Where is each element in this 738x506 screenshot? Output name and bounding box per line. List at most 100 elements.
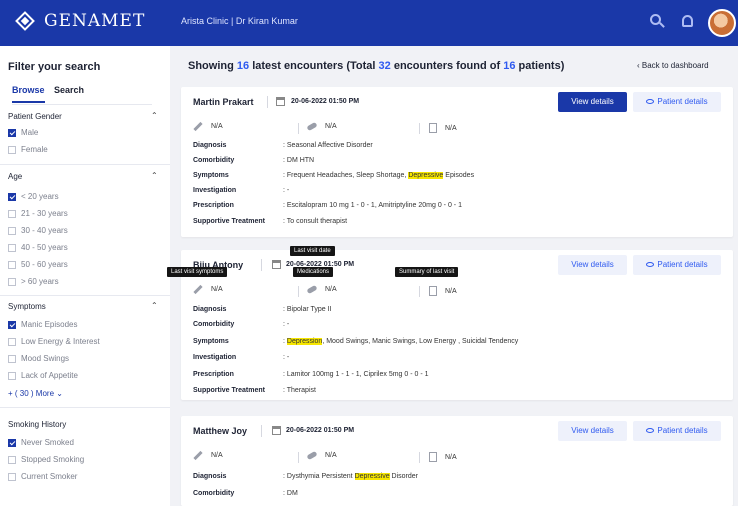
divider [261, 425, 262, 437]
document-icon [429, 452, 437, 462]
option-age-under-20[interactable]: < 20 years [8, 192, 59, 201]
section-title-age: Age [8, 172, 23, 181]
patient-details-button[interactable]: Patient details [633, 92, 721, 112]
clinic-doctor-label: Arista Clinic | Dr Kiran Kumar [181, 16, 298, 26]
option-age-40-50[interactable]: 40 - 50 years [8, 243, 68, 252]
search-icon[interactable] [647, 12, 667, 32]
chevron-up-icon[interactable]: ⌃ [151, 301, 158, 310]
option-stopped-smoking[interactable]: Stopped Smoking [8, 455, 84, 464]
divider [298, 286, 299, 297]
section-title-symptoms: Symptoms [8, 302, 46, 311]
option-age-over-60[interactable]: > 60 years [8, 277, 59, 286]
checkbox-icon[interactable] [8, 260, 16, 269]
option-current-smoker[interactable]: Current Smoker [8, 472, 77, 481]
checkbox-icon[interactable] [8, 472, 16, 481]
checkbox-icon[interactable] [8, 371, 16, 380]
divider [0, 407, 170, 408]
divider [298, 123, 299, 134]
pencil-icon [193, 284, 203, 295]
chevron-up-icon[interactable]: ⌃ [151, 171, 158, 180]
encounter-card: Matthew Joy 20-06-2022 01:50 PM View det… [181, 416, 733, 506]
checkbox-icon[interactable] [8, 243, 16, 252]
divider [267, 96, 268, 108]
last-visit-symptoms[interactable]: N/A [193, 284, 223, 295]
brand-logo[interactable]: GENAMET [14, 10, 145, 32]
summary-of-last-visit[interactable]: N/A [429, 286, 457, 296]
pencil-icon [193, 450, 203, 461]
summary-of-last-visit[interactable]: N/A [429, 123, 457, 133]
tooltip-summary-of-last-visit: Summary of last visit [395, 267, 459, 277]
checkbox-icon[interactable] [8, 145, 16, 154]
option-mood-swings[interactable]: Mood Swings [8, 354, 69, 363]
medications[interactable]: N/A [306, 121, 337, 132]
results-heading: Showing 16 latest encounters (Total 32 e… [188, 60, 565, 72]
checkbox-icon[interactable] [8, 455, 16, 464]
checkbox-icon[interactable] [8, 354, 16, 363]
filter-title: Filter your search [8, 61, 101, 73]
eye-icon [646, 428, 655, 434]
pill-icon [306, 121, 318, 132]
medications[interactable]: N/A [306, 450, 337, 461]
checkbox-checked-icon[interactable] [8, 192, 16, 201]
view-details-button[interactable]: View details [558, 92, 627, 112]
highlighted-term: Depressive [408, 172, 444, 179]
option-age-50-60[interactable]: 50 - 60 years [8, 260, 68, 269]
checkbox-icon[interactable] [8, 209, 16, 218]
tooltip-last-visit-symptoms: Last visit symptoms [167, 267, 228, 277]
pill-icon [306, 450, 318, 461]
tooltip-last-visit-date: Last visit date [290, 246, 335, 256]
patient-details-button[interactable]: Patient details [633, 255, 721, 275]
option-low-energy[interactable]: Low Energy & Interest [8, 337, 100, 346]
encounter-date: 20-06-2022 01:50 PM [286, 427, 355, 434]
tab-search[interactable]: Search [54, 85, 84, 101]
patient-details-button[interactable]: Patient details [633, 421, 721, 441]
top-bar: GENAMET Arista Clinic | Dr Kiran Kumar [0, 0, 738, 46]
option-age-21-30[interactable]: 21 - 30 years [8, 209, 68, 218]
latest-count: 16 [236, 60, 250, 72]
filter-tabs: Browse Search [12, 85, 152, 105]
checkbox-checked-icon[interactable] [8, 320, 16, 329]
total-count: 32 [378, 60, 391, 72]
back-to-dashboard-link[interactable]: ‹ Back to dashboard [637, 61, 709, 70]
section-title-smoking: Smoking History [8, 420, 67, 429]
checkbox-checked-icon[interactable] [8, 438, 16, 447]
genamet-logo-icon [14, 10, 36, 32]
highlighted-term: Depressive [354, 473, 390, 480]
checkbox-icon[interactable] [8, 277, 16, 286]
checkbox-icon[interactable] [8, 337, 16, 346]
tab-browse[interactable]: Browse [12, 85, 45, 103]
view-details-button[interactable]: View details [558, 255, 627, 275]
view-details-button[interactable]: View details [558, 421, 627, 441]
document-icon [429, 286, 437, 296]
tooltip-medications: Medications [293, 267, 334, 277]
brand-name: GENAMET [44, 11, 146, 31]
highlighted-term: Depression [286, 338, 323, 345]
eye-icon [646, 99, 655, 105]
divider [419, 123, 420, 134]
option-never-smoked[interactable]: Never Smoked [8, 438, 74, 447]
summary-of-last-visit[interactable]: N/A [429, 452, 457, 462]
checkbox-checked-icon[interactable] [8, 128, 16, 137]
divider [0, 164, 170, 165]
last-visit-symptoms[interactable]: N/A [193, 121, 223, 132]
more-symptoms-link[interactable]: + ( 30 ) More ⌄ [8, 389, 63, 398]
patient-name[interactable]: Martin Prakart [193, 97, 254, 107]
option-age-30-40[interactable]: 30 - 40 years [8, 226, 68, 235]
chevron-down-icon: ⌄ [56, 389, 63, 398]
option-manic-episodes[interactable]: Manic Episodes [8, 320, 77, 329]
bell-icon[interactable] [678, 12, 698, 32]
medications[interactable]: N/A [306, 284, 337, 295]
last-visit-symptoms[interactable]: N/A [193, 450, 223, 461]
option-lack-of-appetite[interactable]: Lack of Appetite [8, 371, 78, 380]
option-female[interactable]: Female [8, 145, 48, 154]
calendar-icon [276, 97, 285, 106]
chevron-up-icon[interactable]: ⌃ [151, 111, 158, 120]
patient-count: 16 [503, 60, 516, 72]
patient-name[interactable]: Matthew Joy [193, 426, 247, 436]
encounter-card: Martin Prakart 20-06-2022 01:50 PM View … [181, 87, 733, 237]
divider [419, 452, 420, 463]
avatar[interactable] [708, 9, 736, 37]
checkbox-icon[interactable] [8, 226, 16, 235]
pill-icon [306, 284, 318, 295]
option-male[interactable]: Male [8, 128, 38, 137]
